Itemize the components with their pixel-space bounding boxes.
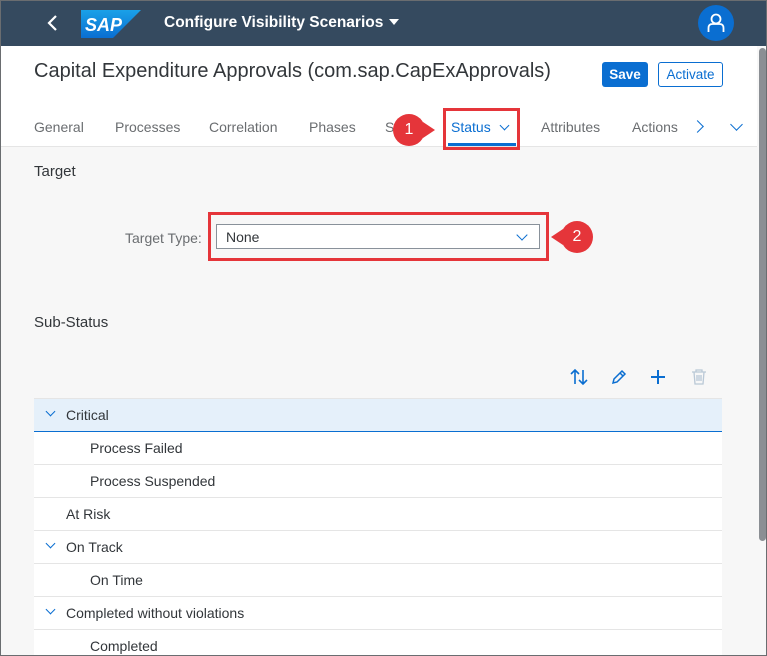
app-window: SAP Configure Visibility Scenarios Capit… [0,0,767,656]
tree-row-label: At Risk [66,506,111,522]
vertical-scrollbar[interactable] [757,46,766,655]
save-button[interactable]: Save [602,62,648,87]
tree-row-completed-without-violations[interactable]: Completed without violations [34,597,722,630]
callout-badge-2: 2 [551,221,593,253]
tree-row-label: Critical [66,407,109,423]
chevron-down-icon[interactable] [730,118,743,131]
chevron-down-icon[interactable] [45,538,56,549]
tree-row-at-risk[interactable]: At Risk [34,498,722,531]
user-avatar[interactable] [698,5,734,41]
delete-icon [689,367,709,387]
tree-row-on-time[interactable]: On Time [34,564,722,597]
tree-row-on-track[interactable]: On Track [34,531,722,564]
app-title: Configure Visibility Scenarios [164,14,384,31]
chevron-down-icon[interactable] [45,406,56,417]
scrollbar-thumb[interactable] [759,48,766,541]
caret-down-icon [389,19,400,25]
tab-correlation[interactable]: Correlation [209,119,277,135]
tree-row-label: Completed without violations [66,605,245,621]
sub-status-tree: Critical Process Failed Process Suspende… [34,398,722,655]
back-icon[interactable] [41,11,65,35]
tree-row-label: Process Failed [90,440,183,456]
tree-row-completed[interactable]: Completed [34,630,722,655]
add-icon[interactable] [648,367,668,387]
target-section-title: Target [34,163,76,180]
user-icon [707,13,725,32]
object-header: Capital Expenditure Approvals (com.sap.C… [1,46,757,147]
edit-icon[interactable] [609,367,629,387]
callout-highlight-status-tab [443,108,520,150]
sub-status-section-title: Sub-Status [34,314,109,331]
activate-button[interactable]: Activate [658,62,723,87]
tab-phases[interactable]: Phases [309,119,356,135]
chevron-right-icon[interactable] [691,120,704,133]
tree-row-critical[interactable]: Critical [34,398,722,432]
tab-general[interactable]: General [34,119,84,135]
tab-actions[interactable]: Actions [632,119,678,135]
page-title: Capital Expenditure Approvals (com.sap.C… [34,60,551,82]
app-title-menu[interactable]: Configure Visibility Scenarios [164,14,400,32]
sap-logo[interactable]: SAP [81,10,141,38]
tree-row-process-failed[interactable]: Process Failed [34,432,722,465]
shell-bar: SAP Configure Visibility Scenarios [1,1,766,46]
target-type-label: Target Type: [125,230,202,246]
tab-attributes[interactable]: Attributes [541,119,600,135]
callout-highlight-target-type [208,212,549,261]
tree-row-label: On Track [66,539,123,555]
tab-bar: General Processes Correlation Phases St … [1,108,757,146]
sort-icon[interactable] [569,367,589,387]
chevron-down-icon[interactable] [45,604,56,615]
tree-row-label: Process Suspended [90,473,216,489]
tree-row-label: Completed [90,638,158,654]
tree-row-label: On Time [90,572,143,588]
tab-processes[interactable]: Processes [115,119,180,135]
callout-badge-1: 1 [393,114,435,146]
logo-text: SAP [85,15,123,35]
tree-row-process-suspended[interactable]: Process Suspended [34,465,722,498]
